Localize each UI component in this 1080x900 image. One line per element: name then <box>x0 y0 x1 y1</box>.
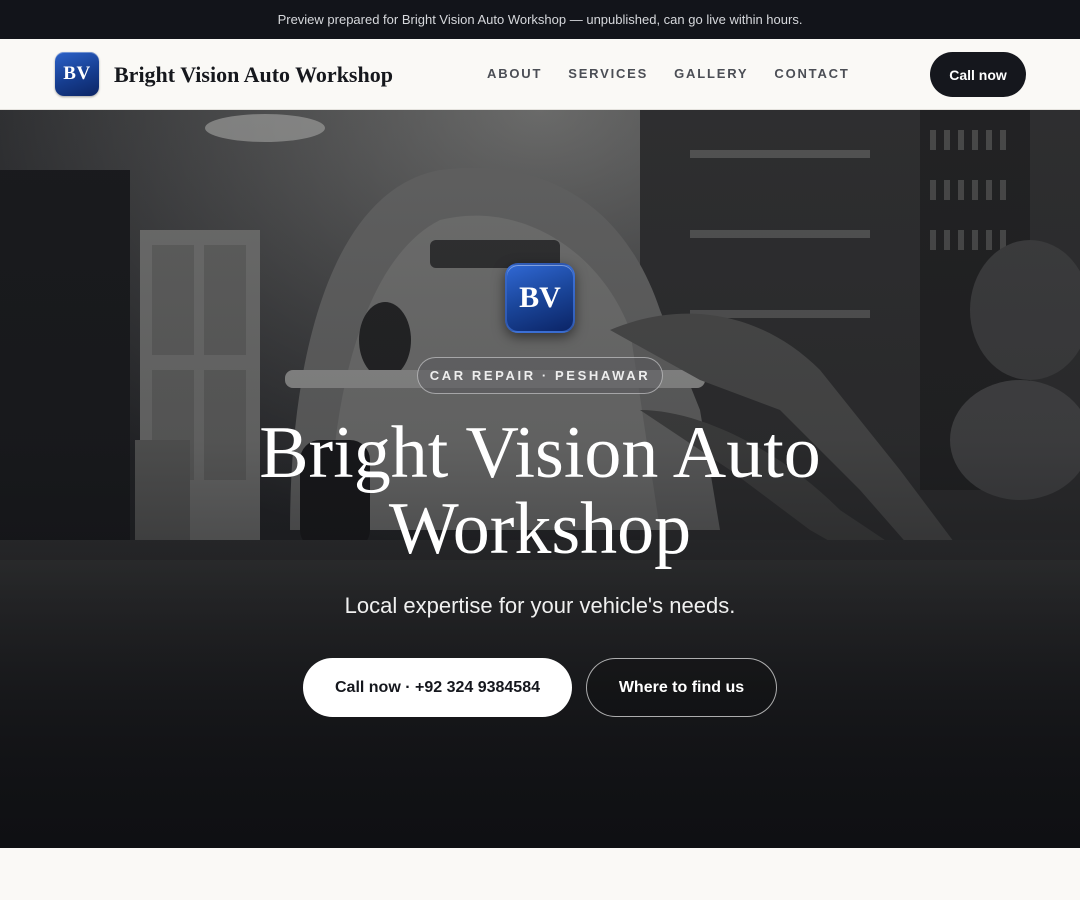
nav-link-services[interactable]: SERVICES <box>568 65 648 83</box>
nav-link-contact[interactable]: CONTACT <box>774 65 849 83</box>
nav-link-gallery[interactable]: GALLERY <box>674 65 748 83</box>
hero-logo-badge: BV <box>505 263 575 333</box>
hero-category-pill: CAR REPAIR · PESHAWAR <box>417 357 663 394</box>
hero-title: Bright Vision Auto Workshop <box>259 412 821 570</box>
preview-banner-text: Preview prepared for Bright Vision Auto … <box>277 12 803 27</box>
hero-location-button[interactable]: Where to find us <box>586 658 777 717</box>
hero-call-button[interactable]: Call now · +92 324 9384584 <box>303 658 572 717</box>
brand-logo[interactable]: BV <box>55 52 99 96</box>
nav-link-about[interactable]: ABOUT <box>487 65 542 83</box>
next-section-edge <box>0 848 1080 900</box>
hero-subtitle: Local expertise for your vehicle's needs… <box>344 593 736 618</box>
preview-banner: Preview prepared for Bright Vision Auto … <box>0 0 1080 39</box>
main-nav: ABOUT SERVICES GALLERY CONTACT <box>487 65 850 83</box>
header-call-button[interactable]: Call now <box>930 52 1026 97</box>
site-header: BV Bright Vision Auto Workshop ABOUT SER… <box>0 39 1080 110</box>
brand-name[interactable]: Bright Vision Auto Workshop <box>114 61 393 89</box>
hero-section: BV CAR REPAIR · PESHAWAR Bright Vision A… <box>0 110 1080 848</box>
